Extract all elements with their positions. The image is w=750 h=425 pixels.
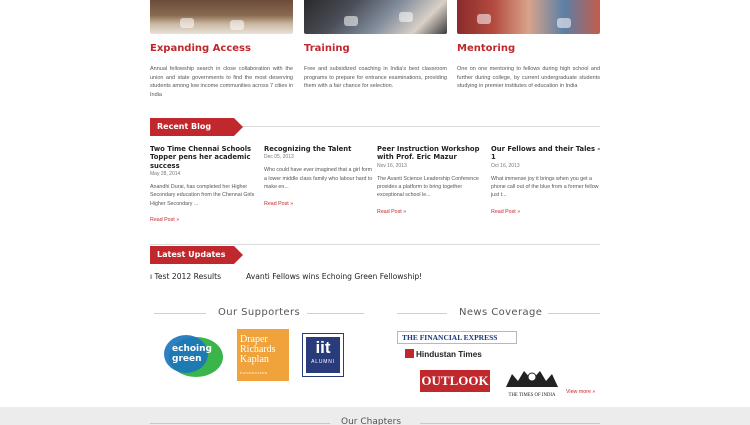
blog-post: Two Time Chennai Schools Topper pens her…	[150, 145, 260, 226]
feature-photo-training	[304, 0, 447, 34]
news-heading: News Coverage	[459, 307, 543, 318]
blog-post-date: Nov 16, 2013	[377, 162, 407, 169]
update-item[interactable]: ı Test 2012 Results	[150, 272, 221, 281]
hindustan-times-wordmark: Hindustan Times	[416, 350, 482, 359]
supporters-heading: Our Supporters	[218, 307, 301, 318]
feature-title-access[interactable]: Expanding Access	[150, 43, 251, 54]
outlook-logo[interactable]: OUTLOOK	[420, 370, 490, 392]
chapters-heading: Our Chapters	[341, 417, 402, 425]
blog-post-excerpt: The Avanti Science Leadership Conference…	[377, 175, 479, 199]
blog-post: Peer Instruction Workshop with Prof. Eri…	[377, 145, 487, 218]
blog-post-title[interactable]: Two Time Chennai Schools Topper pens her…	[150, 145, 260, 170]
heading-rule	[397, 313, 447, 314]
blog-post: Recognizing the Talent Dec 05, 2013 Who …	[264, 145, 374, 210]
footer-rule	[150, 423, 330, 424]
blog-post-title[interactable]: Peer Instruction Workshop with Prof. Eri…	[377, 145, 487, 162]
view-more-link[interactable]: View more »	[566, 389, 595, 395]
echoing-green-wordmark: echoing green	[172, 344, 212, 364]
draper-richards-kaplan-logo[interactable]: Draper Richards Kaplan FOUNDATION	[237, 329, 289, 381]
financial-express-logo[interactable]: THE FINANCIAL EXPRESS	[397, 331, 517, 344]
feature-title-mentoring[interactable]: Mentoring	[457, 43, 515, 54]
read-post-link[interactable]: Read Post »	[264, 201, 293, 207]
read-post-link[interactable]: Read Post »	[491, 209, 520, 215]
blog-post-date: Oct 16, 2013	[491, 162, 520, 169]
blog-post: Our Fellows and their Tales - 1 Oct 16, …	[491, 145, 601, 218]
read-post-link[interactable]: Read Post »	[150, 217, 179, 223]
feature-text-training: Free and subsidized coaching in India's …	[304, 66, 447, 90]
update-item[interactable]: Avanti Fellows wins Echoing Green Fellow…	[246, 272, 422, 281]
blog-post-title[interactable]: Our Fellows and their Tales - 1	[491, 145, 601, 162]
times-of-india-logo[interactable]: THE TIMES OF INDIA	[499, 368, 565, 398]
iit-wordmark: iit	[315, 338, 331, 357]
drk-foundation: FOUNDATION	[240, 371, 268, 375]
echoing-green-logo[interactable]: echoing green	[162, 333, 224, 378]
blog-post-date: May 28, 2014	[150, 170, 181, 177]
times-of-india-crest-icon	[506, 371, 558, 387]
heading-rule	[548, 313, 600, 314]
feature-text-mentoring: One on one mentoring to fellows during h…	[457, 66, 600, 90]
hindustan-times-logo[interactable]: Hindustan Times	[405, 349, 505, 361]
blog-post-title[interactable]: Recognizing the Talent	[264, 145, 374, 153]
section-divider	[150, 244, 600, 245]
feature-title-training[interactable]: Training	[304, 43, 350, 54]
drk-line-3: Kaplan	[240, 354, 269, 365]
blog-post-excerpt: What immense joy it brings when you get …	[491, 175, 599, 199]
feature-photo-mentoring	[457, 0, 600, 34]
heading-rule	[307, 313, 364, 314]
read-post-link[interactable]: Read Post »	[377, 209, 406, 215]
feature-text-access: Annual fellowship search in close collab…	[150, 66, 293, 98]
blog-post-excerpt: Anandhi Durai, has completed her Higher …	[150, 183, 255, 207]
blog-post-excerpt: Who could have ever imagined that a girl…	[264, 167, 373, 191]
footer-rule	[420, 423, 600, 424]
ht-mark-icon	[405, 349, 414, 358]
updates-section-heading: Latest Updates	[150, 246, 243, 264]
heading-rule	[154, 313, 206, 314]
iit-alumni-label: ALUMNI	[311, 359, 335, 365]
blog-section-heading: Recent Blog Posts	[150, 118, 243, 149]
blog-post-date: Dec 05, 2013	[264, 154, 294, 161]
iit-alumni-logo[interactable]: iit ALUMNI	[302, 333, 344, 377]
times-of-india-wordmark: THE TIMES OF INDIA	[508, 393, 556, 398]
feature-photo-access	[150, 0, 293, 34]
